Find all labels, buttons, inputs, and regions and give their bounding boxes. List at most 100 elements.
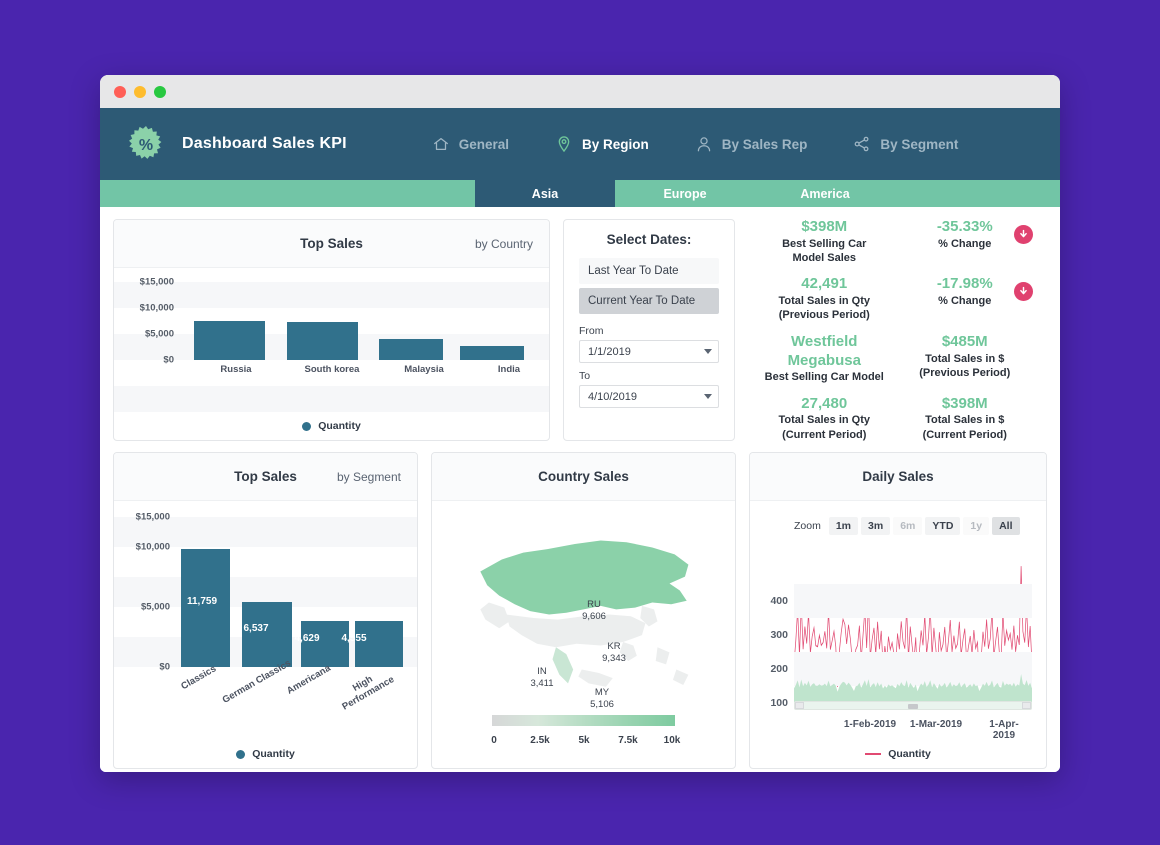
card-title: Daily Sales	[862, 469, 934, 484]
minimize-window-button[interactable]	[134, 85, 146, 98]
navigator-grip[interactable]	[908, 704, 918, 709]
preset-label: Current Year To Date	[588, 295, 696, 307]
region-tab-asia[interactable]: Asia	[475, 180, 615, 207]
region-tab-america[interactable]: America	[755, 180, 895, 207]
x-tick: High Performance	[340, 673, 397, 713]
share-nodes-icon	[853, 135, 871, 153]
kpi-label: Best Selling Car Model Sales	[782, 237, 867, 265]
region-tab-europe[interactable]: Europe	[615, 180, 755, 207]
y-tick: $5,000	[140, 601, 170, 613]
legend-swatch-icon	[236, 749, 246, 759]
kpi-label: Total Sales in Qty (Previous Period)	[778, 295, 871, 322]
map-code: MY	[594, 687, 610, 698]
kpi-label: Total Sales in $ (Current Period)	[922, 414, 1007, 441]
nav-item-general[interactable]: General	[432, 135, 509, 153]
preset-last-year-to-date[interactable]: Last Year To Date	[579, 258, 719, 284]
maximize-window-button[interactable]	[154, 85, 166, 98]
legend-label: Quantity	[888, 748, 931, 760]
nav-item-by-region[interactable]: By Region	[555, 135, 649, 153]
range-navigator[interactable]	[794, 674, 1032, 710]
card-title: Country Sales	[538, 469, 629, 484]
bar-russia[interactable]	[194, 321, 266, 360]
chart-top-sales-country: $15,000 $10,000 $5,000 $0 Russia South k…	[114, 268, 549, 440]
x-tick: 1-Feb-2019	[843, 719, 897, 730]
chart-country-sales-map: RU 9,606 KR 9,343 IN 3,411 MY 5,106 0 2.…	[432, 501, 735, 768]
kpi-label: Best Selling Car Model	[764, 371, 884, 384]
map-label-kr: KR 9,343	[602, 641, 626, 665]
scale-tick: 5k	[578, 735, 590, 746]
scale-tick: 0	[491, 735, 497, 746]
chart-top-sales-segment: $15,000 $10,000 $5,000 $0 11,759 6,537 4…	[114, 501, 417, 768]
map-code: KR	[607, 641, 621, 652]
kpi-value: 42,491	[801, 275, 848, 293]
navigator-handle-left[interactable]	[795, 702, 804, 709]
bar-classics[interactable]	[180, 549, 231, 667]
card-header: Top Sales by Country	[114, 220, 549, 268]
chart-legend: Quantity	[114, 748, 417, 760]
card-select-dates: Select Dates: Last Year To Date Current …	[563, 219, 735, 441]
app-header: % Dashboard Sales KPI General By Region	[100, 108, 1060, 180]
zoom-button-all[interactable]: All	[992, 517, 1020, 535]
kpi-value: $398M	[801, 218, 848, 236]
bar-india[interactable]	[460, 346, 525, 360]
kpi-label: % Change	[938, 295, 992, 308]
kpi-label: % Change	[938, 237, 992, 250]
card-daily-sales: Daily Sales Zoom 1m 3m 6m YTD 1y All 400…	[749, 452, 1047, 769]
zoom-button-1y[interactable]: 1y	[963, 517, 990, 535]
kpi-value: Westfield Megabusa	[787, 332, 861, 369]
person-icon	[695, 135, 713, 153]
zoom-button-1m[interactable]: 1m	[828, 517, 859, 535]
chart-legend: Quantity	[750, 748, 1046, 760]
region-tab-asia-label: Asia	[531, 186, 559, 201]
zoom-label: Zoom	[794, 520, 821, 532]
kpi-label: Total Sales in Qty (Current Period)	[778, 414, 871, 441]
bar-high-performance[interactable]	[355, 621, 403, 667]
chart-daily-sales: Zoom 1m 3m 6m YTD 1y All 400 300 200 100	[750, 501, 1046, 768]
kpi-panel: $398M Best Selling Car Model Sales -35.3…	[748, 218, 1047, 441]
region-tab-europe-label: Europe	[663, 186, 707, 201]
to-date-dropdown[interactable]: 4/10/2019	[579, 385, 719, 408]
from-date-dropdown[interactable]: 1/1/2019	[579, 340, 719, 363]
nav-item-by-segment[interactable]: By Segment	[853, 135, 958, 153]
zoom-button-3m[interactable]: 3m	[861, 517, 891, 535]
chart-legend: Quantity	[114, 420, 549, 432]
card-header: Top Sales by Segment	[114, 453, 417, 501]
bar-malaysia[interactable]	[378, 339, 443, 360]
x-tick: South korea	[304, 364, 360, 375]
main-nav: General By Region By Sales Rep By Segmen…	[432, 135, 958, 153]
x-tick: 1-Apr-2019	[989, 719, 1019, 741]
nav-label-by-sales-rep: By Sales Rep	[721, 136, 808, 152]
chevron-down-icon	[704, 349, 712, 354]
zoom-button-ytd[interactable]: YTD	[925, 517, 961, 535]
bar-german-classics[interactable]	[241, 601, 292, 667]
card-top-sales-segment: Top Sales by Segment $15,000 $10,000 $5,…	[113, 452, 418, 769]
preset-label: Last Year To Date	[588, 265, 679, 277]
percent-badge-icon: %	[126, 124, 166, 164]
preset-current-year-to-date[interactable]: Current Year To Date	[579, 288, 719, 314]
bar-south-korea[interactable]	[286, 322, 358, 360]
nav-label-by-segment: By Segment	[880, 136, 959, 152]
kpi-total-sales-qty-current: 27,480 Total Sales in Qty (Current Perio…	[754, 390, 895, 447]
card-title: Top Sales	[300, 236, 363, 251]
close-window-button[interactable]	[114, 85, 126, 98]
navigator-handle-right[interactable]	[1022, 702, 1031, 709]
map-label-my: MY 5,106	[590, 687, 614, 711]
nav-item-by-sales-rep[interactable]: By Sales Rep	[695, 135, 808, 153]
y-tick: 100	[770, 697, 788, 709]
zoom-controls: Zoom 1m 3m 6m YTD 1y All	[750, 501, 1046, 535]
legend-swatch-icon	[302, 421, 312, 431]
from-date-value: 1/1/2019	[588, 345, 631, 358]
nav-label-general: General	[458, 136, 510, 152]
y-tick: $15,000	[139, 276, 174, 288]
map-label-in: IN 3,411	[530, 666, 553, 690]
navigator-scrollbar[interactable]	[794, 701, 1032, 710]
kpi-label: Total Sales in $ (Previous Period)	[919, 352, 1011, 379]
x-tick: Malaysia	[404, 364, 444, 375]
kpi-value: -35.33%	[936, 218, 993, 236]
app-title: Dashboard Sales KPI	[182, 135, 347, 152]
card-title: Top Sales	[234, 469, 297, 484]
card-top-sales-country: Top Sales by Country $15,000 $10,000 $5,…	[113, 219, 550, 441]
map-value: 9,606	[582, 610, 606, 622]
kpi-value: -17.98%	[936, 275, 993, 293]
zoom-button-6m[interactable]: 6m	[893, 517, 923, 535]
